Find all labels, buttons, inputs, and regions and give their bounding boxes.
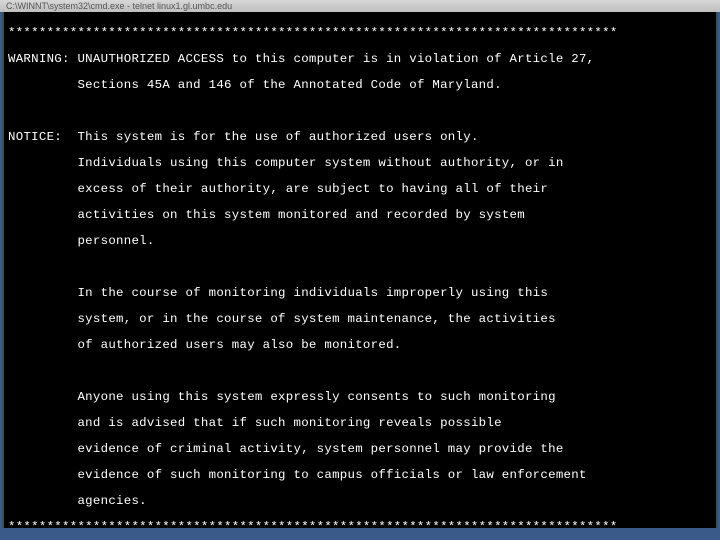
text: evidence of such monitoring to campus of… [77,468,586,482]
text: personnel. [77,234,154,248]
text: Individuals using this computer system w… [77,156,563,170]
warning-label: WARNING: [8,52,70,66]
text: excess of their authority, are subject t… [77,182,548,196]
text: evidence of criminal activity, system pe… [77,442,563,456]
notice-p1-l2: Individuals using this computer system w… [8,157,712,170]
notice-p1-l1: NOTICE: This system is for the use of au… [8,131,712,144]
text: and is advised that if such monitoring r… [77,416,501,430]
terminal-frame: ****************************************… [2,12,718,528]
terminal-output[interactable]: ****************************************… [4,12,716,528]
terminal-window: C:\WINNT\system32\cmd.exe - telnet linux… [0,0,720,540]
notice-p2-l3: of authorized users may also be monitore… [8,339,712,352]
text: system, or in the course of system maint… [77,312,555,326]
text: Sections 45A and 146 of the Annotated Co… [77,78,501,92]
text: UNAUTHORIZED ACCESS to this computer is … [77,52,594,66]
notice-p1-l4: activities on this system monitored and … [8,209,712,222]
notice-p1-l3: excess of their authority, are subject t… [8,183,712,196]
slide-footer [0,530,720,540]
notice-p3-l1: Anyone using this system expressly conse… [8,391,712,404]
text: of authorized users may also be monitore… [77,338,401,352]
notice-p3-l2: and is advised that if such monitoring r… [8,417,712,430]
notice-p3-l3: evidence of criminal activity, system pe… [8,443,712,456]
title-bar: C:\WINNT\system32\cmd.exe - telnet linux… [0,0,720,12]
divider: ****************************************… [8,27,712,40]
blank [8,105,712,118]
blank [8,261,712,274]
notice-p2-l1: In the course of monitoring individuals … [8,287,712,300]
text: agencies. [77,494,146,508]
text: This system is for the use of authorized… [77,130,478,144]
notice-p2-l2: system, or in the course of system maint… [8,313,712,326]
notice-p3-l5: agencies. [8,495,712,508]
notice-p3-l4: evidence of such monitoring to campus of… [8,469,712,482]
notice-label: NOTICE: [8,130,62,144]
text: Anyone using this system expressly conse… [77,390,555,404]
warning-line-1: WARNING: UNAUTHORIZED ACCESS to this com… [8,53,712,66]
warning-line-2: Sections 45A and 146 of the Annotated Co… [8,79,712,92]
blank [8,365,712,378]
notice-p1-l5: personnel. [8,235,712,248]
text: activities on this system monitored and … [77,208,525,222]
text: In the course of monitoring individuals … [77,286,548,300]
